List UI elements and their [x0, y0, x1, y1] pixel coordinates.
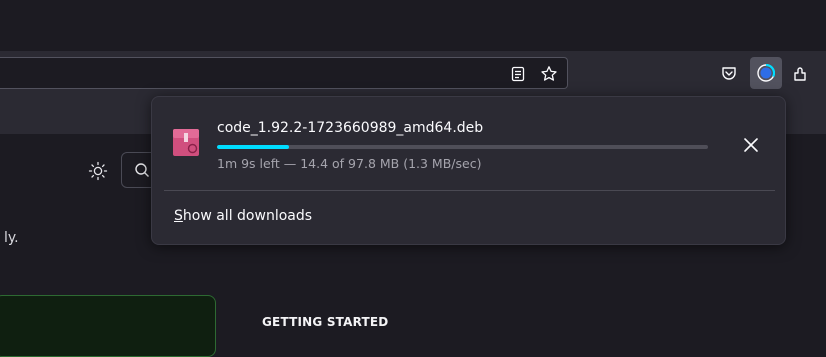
show-all-accesskey: S — [174, 208, 183, 224]
highlight-card[interactable] — [0, 295, 216, 357]
show-all-label: how all downloads — [182, 208, 313, 224]
theme-toggle-sun-icon[interactable] — [88, 161, 108, 181]
tab-strip — [0, 0, 826, 51]
pocket-button[interactable] — [713, 57, 745, 89]
download-filename: code_1.92.2-1723660989_amd64.deb — [217, 120, 484, 136]
search-icon — [135, 163, 149, 177]
downloads-panel: code_1.92.2-1723660989_amd64.deb 1m 9s l… — [151, 96, 786, 245]
star-icon[interactable] — [540, 65, 558, 83]
download-progress-fill — [217, 145, 290, 149]
page-partial-text: ly. — [4, 230, 19, 246]
download-progress-bar — [217, 145, 708, 149]
reader-view-icon[interactable] — [509, 65, 527, 83]
cancel-download-button[interactable] — [735, 129, 767, 161]
extensions-icon — [794, 67, 806, 81]
navigation-toolbar — [0, 51, 826, 96]
downloads-progress-icon — [757, 64, 775, 82]
extensions-button[interactable] — [785, 57, 817, 89]
panel-separator — [164, 190, 775, 191]
pocket-icon — [722, 67, 736, 80]
getting-started-heading: GETTING STARTED — [262, 315, 389, 329]
downloads-button[interactable] — [750, 57, 782, 89]
close-icon — [744, 138, 758, 152]
deb-package-icon — [171, 127, 201, 159]
url-bar[interactable] — [0, 57, 568, 89]
download-status: 1m 9s left — 14.4 of 97.8 MB (1.3 MB/sec… — [217, 156, 482, 171]
show-all-downloads-button[interactable]: Show all downloads — [162, 198, 776, 236]
